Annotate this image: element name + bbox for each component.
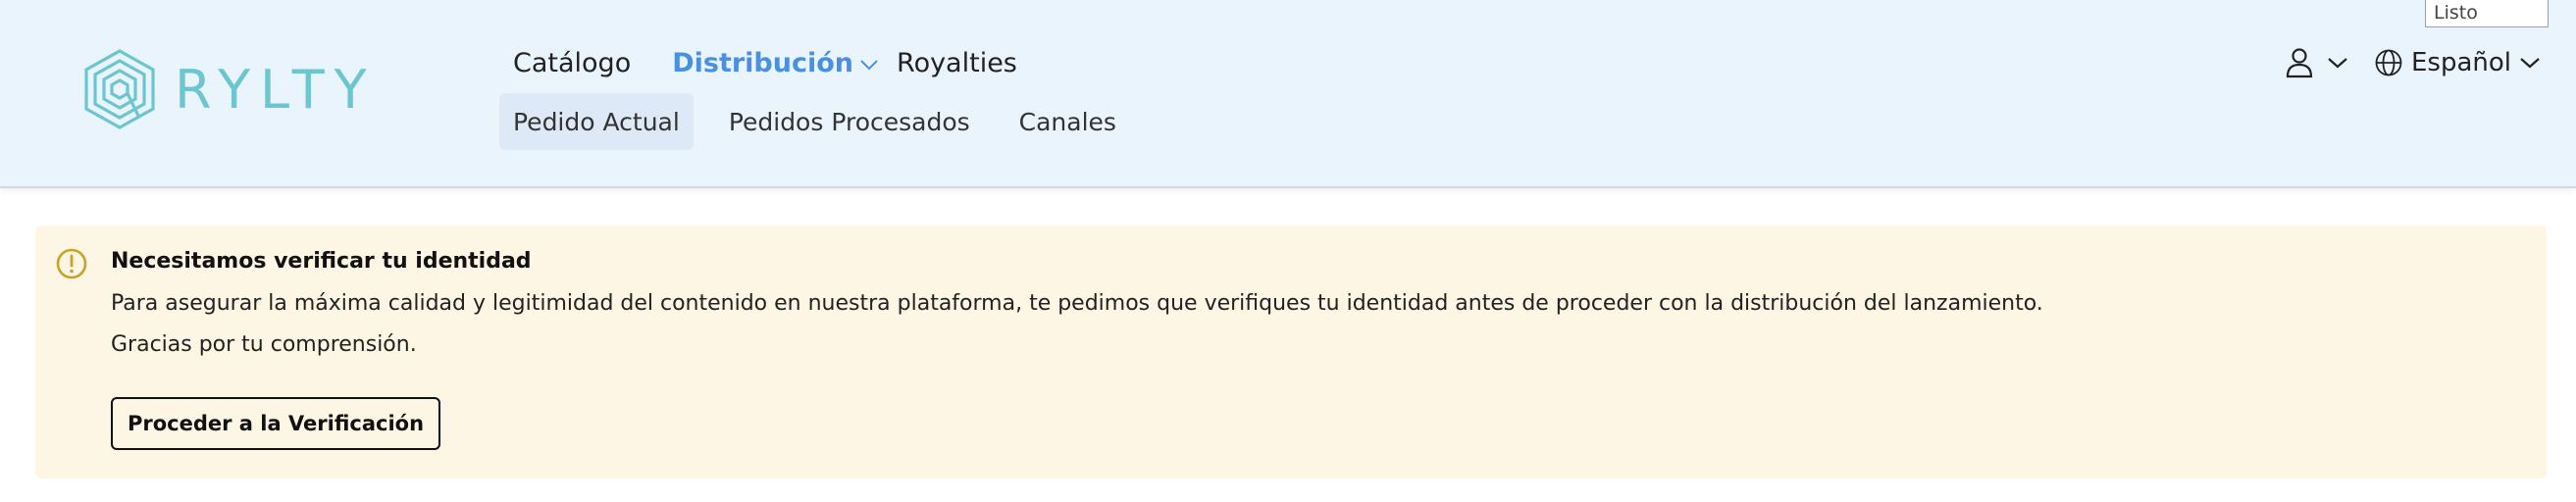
- identity-verification-alert: Necesitamos verificar tu identidad Para …: [35, 226, 2547, 478]
- user-icon: [2286, 48, 2313, 78]
- main-nav: Catálogo Distribución Royalties: [513, 41, 1017, 84]
- brand-logo[interactable]: RYLTY: [82, 47, 377, 131]
- subnav-item-canales[interactable]: Canales: [1005, 93, 1130, 150]
- brand-name: RYLTY: [175, 58, 377, 121]
- page: RYLTY Catálogo Distribución Royalties Pe…: [0, 0, 2576, 502]
- top-header: RYLTY Catálogo Distribución Royalties Pe…: [0, 0, 2576, 188]
- proceed-verification-button[interactable]: Proceder a la Verificación: [111, 397, 440, 450]
- chevron-down-icon: [2328, 58, 2347, 69]
- header-actions: Español: [2286, 43, 2541, 82]
- warning-circle-icon: [56, 248, 87, 279]
- nav-item-distribucion[interactable]: Distribución: [672, 48, 879, 78]
- user-menu-button[interactable]: [2286, 47, 2348, 78]
- language-selector[interactable]: Español: [2374, 48, 2541, 77]
- nav-item-distribucion-label: Distribución: [672, 47, 854, 78]
- chevron-down-icon: [860, 60, 878, 71]
- alert-message-secondary: Gracias por tu comprensión.: [111, 332, 417, 357]
- sub-nav: Pedido Actual Pedidos Procesados Canales: [499, 93, 1130, 150]
- status-label: Listo: [2425, 0, 2549, 27]
- rylty-logo-icon: [84, 49, 155, 129]
- language-label: Español: [2411, 48, 2512, 77]
- chevron-down-icon: [2520, 58, 2540, 69]
- alert-title: Necesitamos verificar tu identidad: [111, 249, 532, 274]
- subnav-item-pedido-actual[interactable]: Pedido Actual: [499, 93, 694, 150]
- subnav-item-pedidos-procesados[interactable]: Pedidos Procesados: [715, 93, 984, 150]
- alert-message: Para asegurar la máxima calidad y legiti…: [111, 291, 2043, 316]
- nav-item-catalogo[interactable]: Catálogo: [513, 48, 631, 78]
- globe-icon: [2375, 49, 2402, 76]
- nav-item-royalties[interactable]: Royalties: [897, 48, 1017, 78]
